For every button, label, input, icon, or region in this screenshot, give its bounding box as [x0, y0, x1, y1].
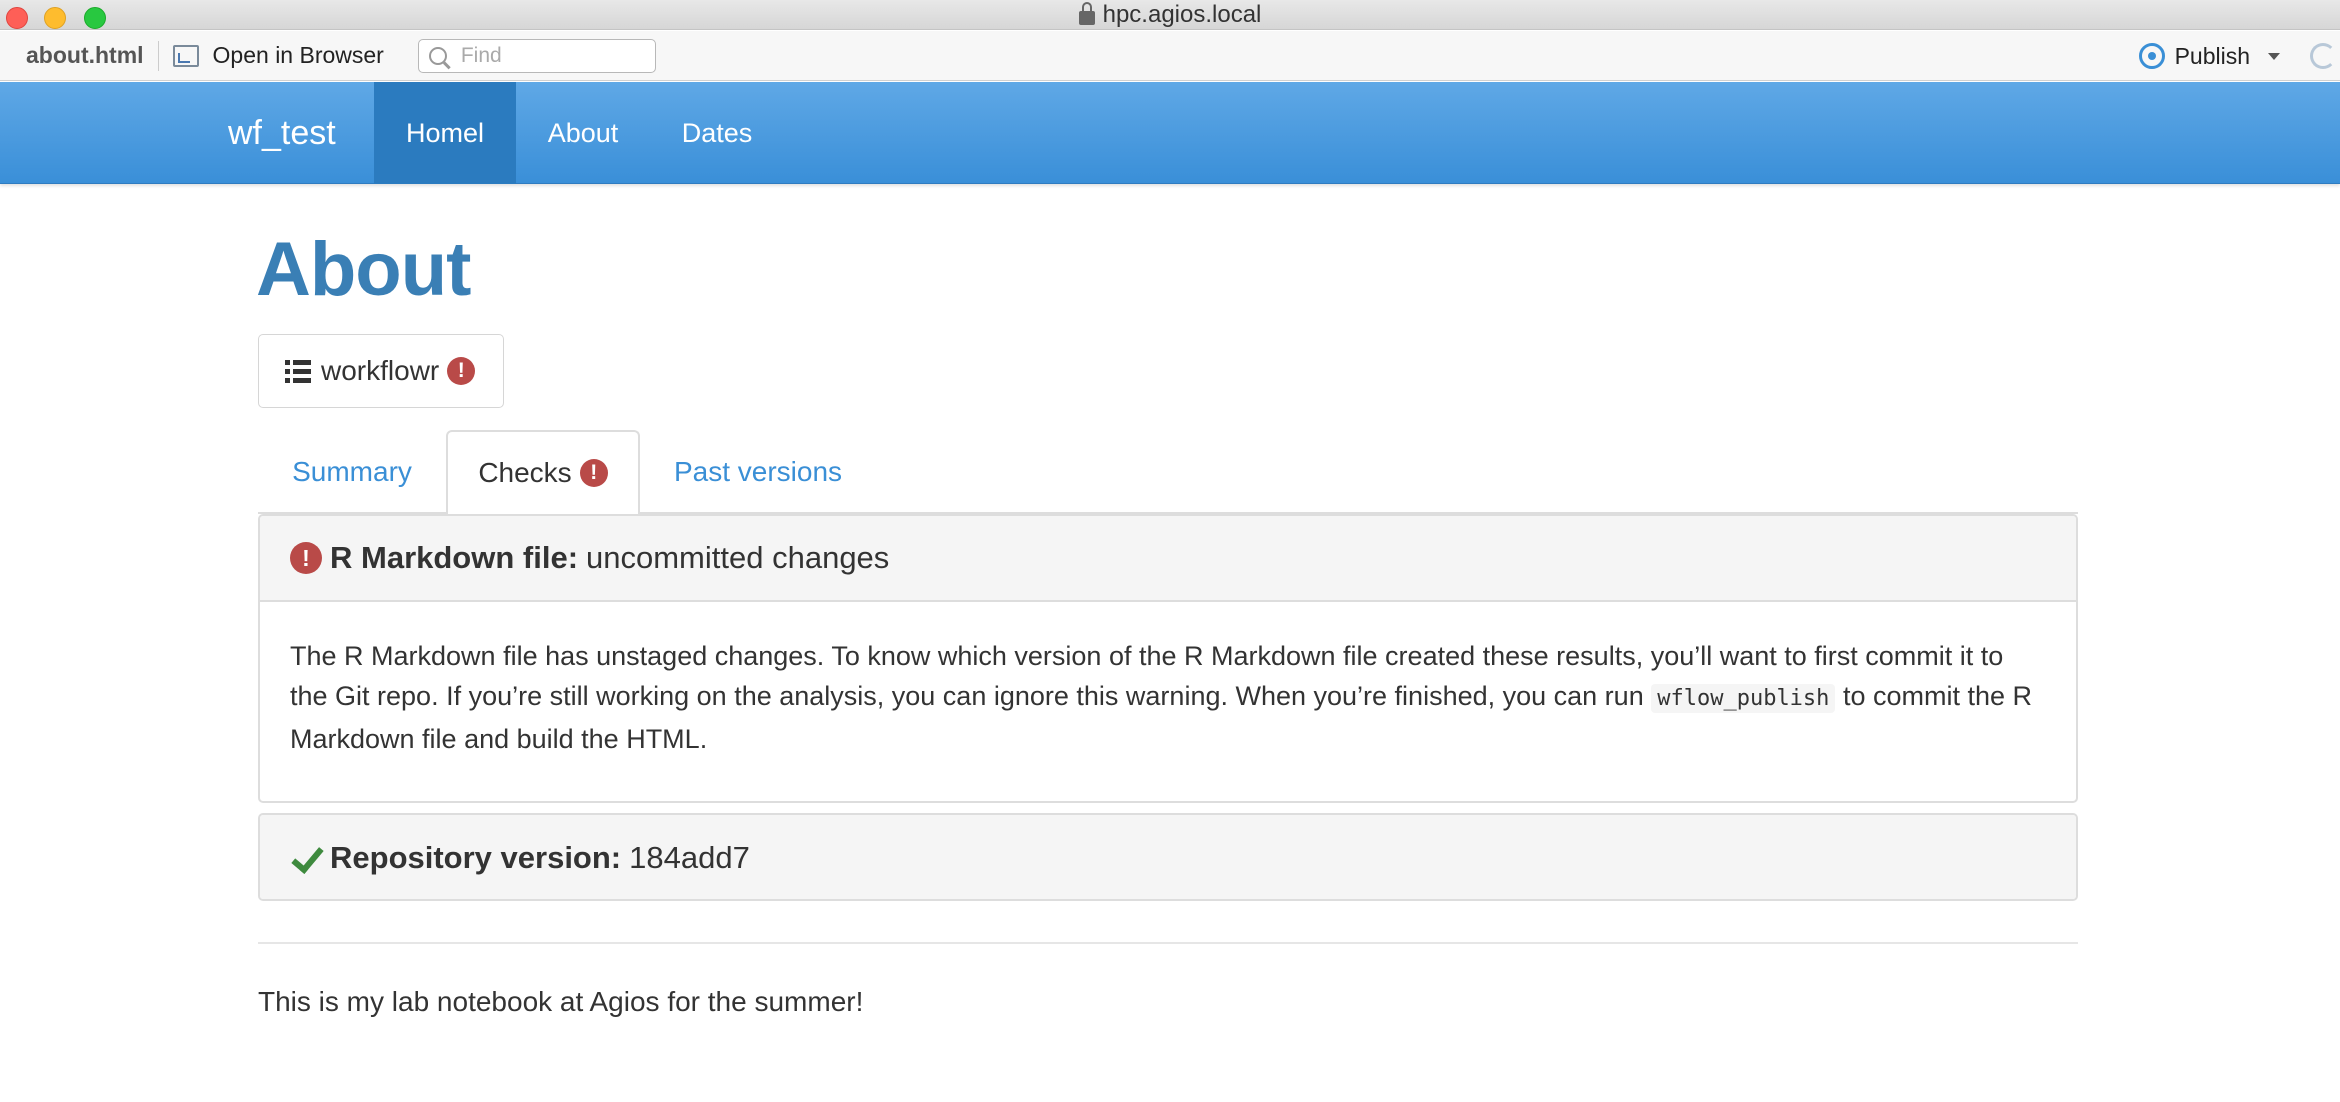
tab-checks[interactable]: Checks !: [446, 430, 640, 516]
viewer-toolbar: about.html Open in Browser Find Publish: [0, 31, 2340, 81]
publish-dropdown-chevron-down-icon[interactable]: [2268, 52, 2280, 60]
nav-item-dates[interactable]: Dates: [650, 82, 784, 184]
refresh-icon[interactable]: [2310, 43, 2336, 69]
tab-summary-label: Summary: [292, 456, 412, 487]
tab-past-versions-label: Past versions: [673, 456, 843, 487]
page-title: About: [256, 227, 471, 312]
workflowr-button-label: workflowr: [321, 355, 440, 386]
find-placeholder: Find: [460, 43, 502, 67]
open-in-browser-label: Open in Browser: [212, 42, 384, 68]
nav-item-about[interactable]: About: [516, 82, 650, 184]
rmarkdown-check-status: uncommitted changes: [586, 540, 890, 575]
repository-version-title: Repository version:: [330, 840, 622, 875]
wflow-publish-code: wflow_publish: [1651, 684, 1836, 713]
workflowr-tabs: Summary Checks ! Past versions: [258, 430, 2078, 516]
open-in-browser-button[interactable]: Open in Browser: [172, 42, 384, 69]
exclamation-circle-icon: !: [579, 459, 608, 487]
open-in-browser-icon: [172, 44, 199, 67]
file-name-label: about.html: [26, 42, 144, 68]
search-icon: [428, 46, 447, 65]
navbar-brand[interactable]: wf_test: [228, 82, 336, 184]
workflowr-button[interactable]: workflowr !: [258, 334, 504, 408]
find-input[interactable]: Find: [417, 38, 656, 73]
tab-summary[interactable]: Summary: [258, 430, 446, 514]
repository-version-value: 184add7: [629, 840, 750, 875]
window-title-text: hpc.agios.local: [1102, 1, 1262, 28]
window-title: hpc.agios.local: [0, 0, 2340, 30]
site-navbar: wf_test Homel About Dates: [0, 82, 2340, 184]
lock-icon: [1078, 2, 1095, 25]
rmarkdown-check-panel: ! R Markdown file: uncommitted changes T…: [258, 514, 2078, 803]
tab-past-versions[interactable]: Past versions: [640, 430, 876, 514]
toolbar-right: Publish: [2138, 31, 2340, 81]
list-icon: [285, 359, 311, 383]
repository-version-heading[interactable]: Repository version: 184add7: [260, 815, 2076, 899]
intro-text: This is my lab notebook at Agios for the…: [258, 986, 864, 1017]
content-divider: [258, 942, 2078, 944]
toolbar-divider: [157, 40, 159, 71]
window-titlebar: hpc.agios.local: [0, 0, 2340, 30]
rmarkdown-check-title: R Markdown file:: [330, 540, 579, 575]
rmarkdown-check-heading[interactable]: ! R Markdown file: uncommitted changes: [260, 516, 2076, 602]
exclamation-circle-icon: !: [290, 542, 322, 574]
publish-icon[interactable]: [2138, 43, 2165, 69]
publish-button[interactable]: Publish: [2175, 43, 2250, 70]
tab-checks-label: Checks: [478, 457, 572, 488]
repository-version-panel: Repository version: 184add7: [258, 813, 2078, 901]
exclamation-circle-icon: !: [447, 357, 476, 385]
nav-item-home[interactable]: Homel: [374, 82, 516, 184]
rmarkdown-check-body: The R Markdown file has unstaged changes…: [260, 602, 2076, 759]
check-icon: [290, 842, 322, 874]
